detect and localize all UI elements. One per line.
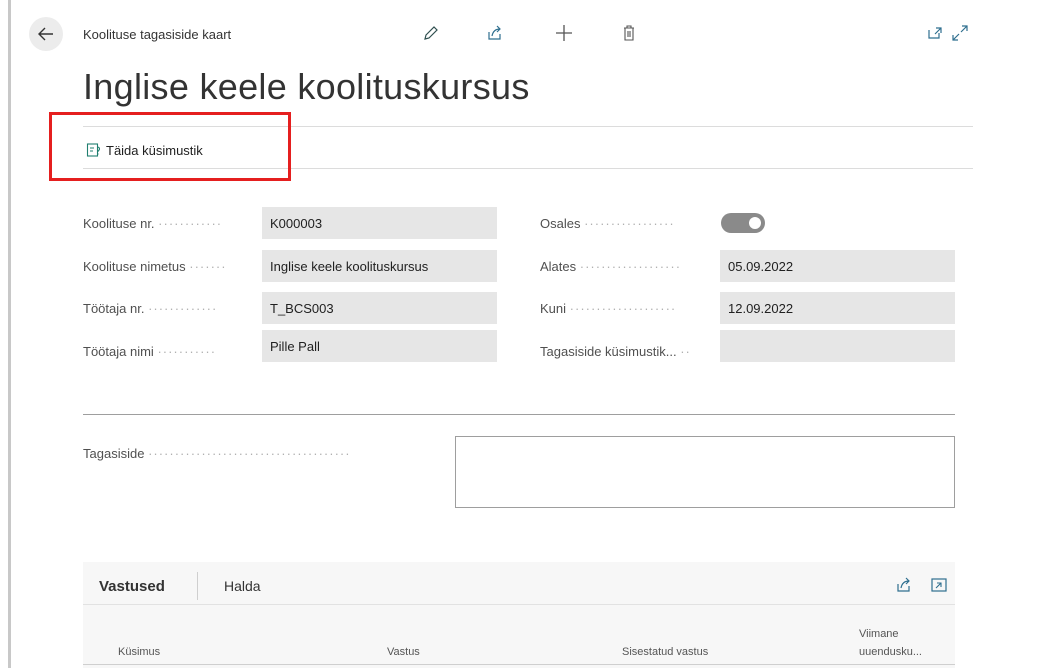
from-date-label: Alates ··················· (540, 259, 682, 274)
back-button[interactable] (29, 17, 63, 51)
column-header-last-updated-line1[interactable]: Viimane (859, 628, 899, 640)
share-button[interactable] (484, 22, 506, 44)
share-icon (897, 577, 910, 592)
feedback-label: Tagasiside ·····························… (83, 446, 351, 461)
employee-no-field[interactable]: T_BCS003 (262, 292, 497, 324)
plus-icon (556, 25, 572, 41)
employee-name-field[interactable]: Pille Pall (262, 330, 497, 362)
questionnaire-field[interactable] (720, 330, 955, 362)
answers-panel (83, 562, 955, 668)
divider-general (83, 414, 955, 415)
share-icon (488, 25, 501, 40)
tab-answers[interactable]: Vastused (99, 578, 165, 595)
training-no-label: Koolituse nr. ············ (83, 216, 223, 231)
column-header-answer[interactable]: Vastus (387, 646, 420, 658)
employee-name-label: Töötaja nimi ··········· (83, 344, 217, 359)
add-button[interactable] (553, 22, 575, 44)
open-new-window-icon (928, 27, 942, 39)
participated-toggle[interactable] (721, 213, 765, 233)
tab-manage[interactable]: Halda (224, 578, 261, 594)
questionnaire-label: Tagasiside küsimustik... ·· (540, 344, 691, 359)
from-date-field[interactable]: 05.09.2022 (720, 250, 955, 282)
edit-button[interactable] (420, 22, 442, 44)
expand-icon (952, 25, 968, 41)
panel-bottom-rule (83, 664, 955, 665)
employee-no-label: Töötaja nr. ············· (83, 301, 218, 316)
column-header-last-updated-line2[interactable]: uuendusku... (859, 646, 922, 658)
column-header-question[interactable]: Küsimus (118, 646, 160, 658)
to-date-field[interactable]: 12.09.2022 (720, 292, 955, 324)
answers-share-button[interactable] (893, 574, 915, 596)
pencil-icon (424, 26, 438, 40)
column-header-entered-answer[interactable]: Sisestatud vastus (622, 646, 708, 658)
collapse-expand-icon (931, 578, 947, 592)
back-arrow-icon (38, 27, 53, 41)
expand-button[interactable] (949, 22, 971, 44)
delete-button[interactable] (618, 22, 640, 44)
feedback-textarea[interactable] (455, 436, 955, 508)
left-border (8, 0, 11, 668)
participated-label: Osales ················· (540, 216, 675, 231)
trash-icon (624, 25, 634, 41)
tab-separator (197, 572, 198, 600)
training-name-label: Koolituse nimetus ······· (83, 259, 227, 274)
toggle-knob (749, 217, 761, 229)
to-date-label: Kuni ···················· (540, 301, 677, 316)
breadcrumb: Koolituse tagasiside kaart (83, 27, 232, 42)
panel-divider (83, 604, 955, 605)
highlight-box (49, 112, 291, 181)
training-name-field[interactable]: Inglise keele koolituskursus (262, 250, 497, 282)
training-no-field[interactable]: K000003 (262, 207, 497, 239)
open-new-window-button[interactable] (924, 22, 946, 44)
page-title: Inglise keele koolituskursus (83, 66, 530, 107)
answers-expand-button[interactable] (928, 574, 950, 596)
